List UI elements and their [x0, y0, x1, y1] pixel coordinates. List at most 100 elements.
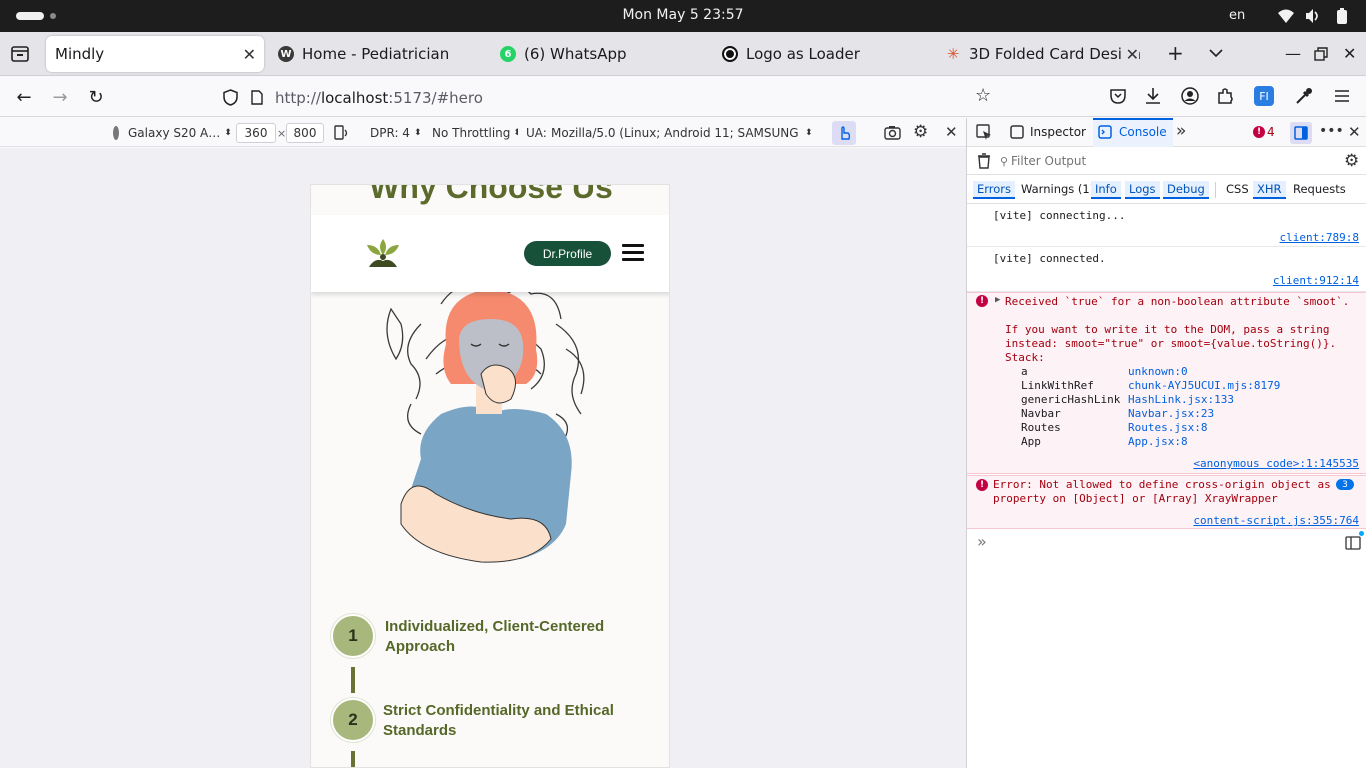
device-viewport[interactable]: Why Choose Us 1 Individualized, Client-C… — [310, 184, 670, 768]
log-message: [vite] connected. — [993, 252, 1106, 265]
bookmark-star-icon[interactable]: ☆ — [975, 85, 991, 106]
filter-info[interactable]: Info — [1091, 181, 1121, 199]
filter-css[interactable]: CSS — [1222, 181, 1253, 197]
firefox-view-icon[interactable] — [11, 46, 29, 62]
filter-debug[interactable]: Debug — [1163, 181, 1209, 199]
close-tab-icon[interactable]: ✕ — [1121, 45, 1139, 64]
tab-title: 3D Folded Card Design in — [969, 45, 1147, 63]
dock-side-icon — [1294, 126, 1308, 140]
element-picker-icon[interactable] — [976, 124, 993, 141]
pocket-icon[interactable] — [1110, 88, 1126, 104]
stack-location-link[interactable]: HashLink.jsx:133 — [1128, 393, 1234, 406]
hamburger-menu-icon[interactable] — [622, 244, 644, 262]
console-error-entry: ! Error: Not allowed to define cross-ori… — [967, 475, 1366, 529]
wifi-icon[interactable] — [1277, 8, 1295, 24]
filter-xhr[interactable]: XHR — [1253, 181, 1286, 199]
tab-title: Logo as Loader — [746, 45, 860, 63]
more-options-icon[interactable]: ••• — [1319, 123, 1344, 139]
eyedropper-icon[interactable] — [1295, 87, 1313, 105]
volume-icon[interactable] — [1305, 8, 1321, 24]
account-icon[interactable] — [1181, 87, 1199, 105]
reload-icon[interactable]: ↻ — [85, 86, 107, 108]
stack-location-link[interactable]: Routes.jsx:8 — [1128, 421, 1207, 434]
error-message: Error: Not allowed to define cross-origi… — [993, 478, 1331, 491]
stack-location-link[interactable]: App.jsx:8 — [1128, 435, 1188, 448]
whatsapp-icon: 6 — [500, 46, 516, 62]
touch-simulation-button[interactable] — [832, 121, 856, 145]
list-tabs-chevron-icon[interactable] — [1209, 48, 1223, 58]
error-message: Received `true` for a non-boolean attrib… — [1005, 295, 1350, 308]
error-source-link[interactable]: content-script.js:355:764 — [1193, 514, 1359, 527]
screenshot-camera-icon[interactable] — [884, 125, 901, 140]
log-source-link[interactable]: client:912:14 — [1273, 274, 1359, 287]
menu-hamburger-icon[interactable] — [1334, 89, 1350, 103]
filter-errors[interactable]: Errors — [973, 181, 1016, 199]
viewport-width-input[interactable]: 360 — [236, 123, 276, 143]
filter-warnings[interactable]: Warnings (1) — [1017, 181, 1098, 197]
tab-title: Mindly — [55, 45, 105, 63]
close-tab-icon[interactable]: ✕ — [243, 45, 256, 64]
filter-requests[interactable]: Requests — [1289, 181, 1350, 197]
more-tabs-chevron-icon[interactable]: » — [1176, 121, 1186, 141]
mindly-logo[interactable] — [363, 237, 403, 269]
forward-arrow-icon[interactable]: → — [49, 86, 71, 108]
restore-icon[interactable] — [1314, 47, 1328, 61]
extensions-icon[interactable] — [1217, 87, 1235, 105]
error-count-icon[interactable]: ! — [1253, 126, 1265, 138]
minimize-icon[interactable]: — — [1285, 44, 1301, 63]
url-path: :5173/#hero — [388, 89, 483, 107]
shield-icon[interactable] — [223, 89, 238, 106]
tab-inspector[interactable]: Inspector — [1030, 125, 1086, 139]
stack-location-link[interactable]: unknown:0 — [1128, 365, 1188, 378]
trash-icon[interactable] — [977, 153, 991, 169]
console-settings-gear-icon[interactable]: ⚙ — [1344, 151, 1359, 171]
url-bar[interactable]: http://localhost:5173/#hero ☆ — [216, 80, 1006, 114]
filter-output-input[interactable]: Filter Output — [1011, 154, 1086, 168]
log-source-link[interactable]: client:789:8 — [1280, 231, 1359, 244]
tab-pediatrician[interactable]: W Home - Pediatrician — [270, 36, 482, 72]
error-source-link[interactable]: <anonymous code>:1:145535 — [1193, 457, 1359, 470]
new-tab-icon[interactable]: + — [1167, 41, 1184, 65]
editor-mode-icon[interactable] — [1345, 536, 1361, 550]
tab-3d-card[interactable]: ✳ 3D Folded Card Design in ✕ — [937, 36, 1147, 72]
dock-side-button[interactable] — [1290, 122, 1312, 144]
close-rdm-icon[interactable]: ✕ — [945, 123, 958, 141]
battery-icon[interactable] — [1336, 8, 1348, 24]
tab-logo-loader[interactable]: Logo as Loader — [714, 36, 926, 72]
extension-badge-icon[interactable]: FI — [1254, 86, 1274, 106]
repeat-count-badge: 3 — [1336, 479, 1354, 490]
tab-console[interactable]: Console — [1119, 125, 1167, 139]
error-count[interactable]: 4 — [1267, 125, 1275, 139]
dr-profile-button[interactable]: Dr.Profile — [524, 241, 611, 266]
settings-gear-icon[interactable]: ⚙ — [913, 122, 928, 142]
expand-triangle-icon[interactable]: ▶ — [995, 295, 1000, 305]
close-window-icon[interactable]: ✕ — [1343, 44, 1356, 63]
back-arrow-icon[interactable]: ← — [13, 86, 35, 108]
filter-logs[interactable]: Logs — [1125, 181, 1160, 199]
console-input-row[interactable]: » — [967, 530, 1366, 556]
device-selector[interactable]: Galaxy S20 A… ⬍ — [113, 123, 231, 143]
throttling-selector[interactable]: No Throttling ⬍ — [432, 123, 518, 143]
user-agent-input[interactable]: Mozilla/5.0 (Linux; Android 11; SAMSUNG … — [551, 123, 798, 143]
url-host: localhost — [320, 89, 389, 107]
rotate-viewport-icon[interactable] — [333, 125, 349, 141]
chrome-icon — [113, 126, 119, 140]
clock[interactable]: Mon May 5 23:57 — [0, 7, 1366, 23]
stack-location-link[interactable]: Navbar.jsx:23 — [1128, 407, 1214, 420]
dpr-selector[interactable]: DPR: 4 ⬍ — [370, 123, 424, 143]
input-language[interactable]: en — [1229, 8, 1245, 23]
devtools-panel: Inspector Console » ! 4 ••• ✕ ⚲ Filter O… — [966, 118, 1366, 768]
tab-title: Home - Pediatrician — [302, 45, 450, 63]
downloads-icon[interactable] — [1145, 87, 1161, 105]
tab-whatsapp[interactable]: 6 (6) WhatsApp — [492, 36, 704, 72]
close-devtools-icon[interactable]: ✕ — [1348, 123, 1361, 141]
viewport-height-input[interactable]: 800 — [286, 123, 324, 143]
notification-dot — [1359, 531, 1364, 536]
select-arrows-icon[interactable]: ⬍ — [805, 123, 813, 143]
page-icon[interactable] — [251, 90, 263, 105]
error-message-detail: If you want to write it to the DOM, pass… — [1005, 323, 1330, 336]
dpr-value: DPR: 4 — [370, 126, 410, 140]
error-icon: ! — [976, 295, 988, 307]
tab-mindly[interactable]: Mindly ✕ — [46, 36, 264, 72]
stack-location-link[interactable]: chunk-AYJ5UCUI.mjs:8179 — [1128, 379, 1280, 392]
